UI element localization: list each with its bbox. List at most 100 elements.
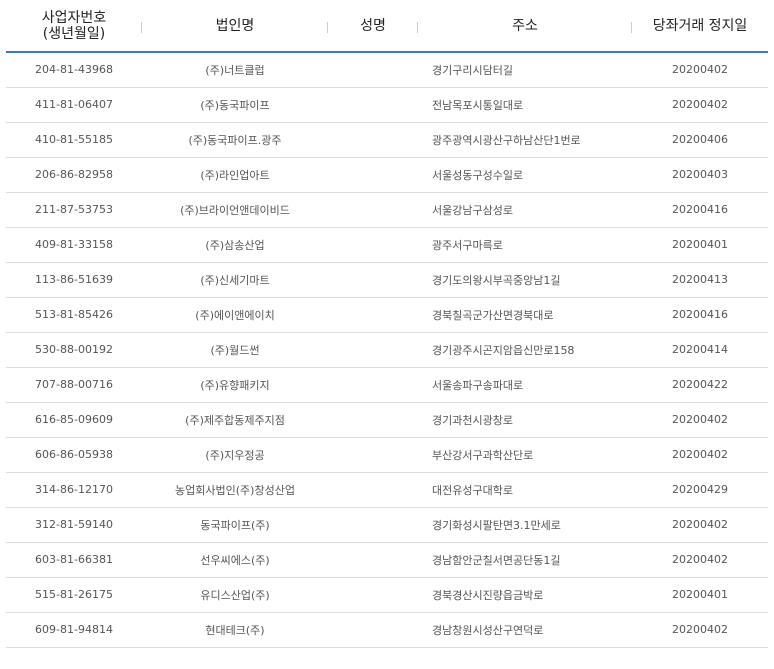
cell-corp-name: (주)에이앤에이치 [195, 308, 275, 322]
cell-address: 경기과천시광창로 [432, 413, 513, 427]
header-suspend-date: 당좌거래 정지일 [632, 0, 768, 53]
table-row: 211-87-53753 (주)브라이언앤데이비드 서울강남구삼성로 20200416 [6, 192, 768, 227]
cell-corp-name: (주)제주합동제주지점 [185, 413, 285, 427]
cell-suspend-date: 20200413 [672, 273, 728, 286]
cell-address: 경기구리시담터길 [432, 63, 513, 77]
cell-address: 대전유성구대학로 [432, 483, 513, 497]
cell-suspend-date: 20200429 [672, 483, 728, 496]
table-row: 409-81-33158 (주)삼송산업 광주서구마륵로 20200401 [6, 227, 768, 262]
cell-address: 서울강남구삼성로 [432, 203, 513, 217]
cell-corp-name: (주)신세기마트 [200, 273, 270, 287]
cell-suspend-date: 20200414 [672, 343, 728, 356]
cell-biz-no: 211-87-53753 [35, 203, 113, 216]
cell-person-name [328, 542, 418, 577]
cell-suspend-date: 20200402 [672, 623, 728, 636]
header-corp-name: 법인명 [142, 0, 328, 53]
table-row: 530-88-00192 (주)월드썬 경기광주시곤지암읍신만로158 2020041… [6, 332, 768, 367]
cell-corp-name: (주)동국파이프.광주 [188, 133, 282, 147]
cell-person-name [328, 612, 418, 647]
header-biz-no-label: 사업자번호 [41, 9, 107, 26]
table-row: 616-85-09609 (주)제주합동제주지점 경기과천시광창로 20200402 [6, 402, 768, 437]
cell-address: 경북경산시진량읍금박로 [432, 588, 544, 602]
cell-address: 광주서구마륵로 [432, 238, 503, 252]
cell-suspend-date: 20200401 [672, 238, 728, 251]
cell-biz-no: 411-81-06407 [35, 98, 113, 111]
cell-biz-no: 113-86-51639 [35, 273, 113, 286]
cell-suspend-date: 20200402 [672, 63, 728, 77]
cell-person-name [328, 332, 418, 367]
table-row: 707-88-00716 (주)유향패키지 서울송파구송파대로 20200422 [6, 367, 768, 402]
cell-biz-no: 312-81-59140 [35, 518, 113, 531]
cell-suspend-date: 20200416 [672, 308, 728, 321]
table-row: 606-86-05938 (주)지우정공 부산강서구과학산단로 20200402 [6, 437, 768, 472]
cell-corp-name: 농업회사법인(주)창성산업 [175, 483, 295, 497]
cell-person-name [328, 262, 418, 297]
cell-biz-no: 707-88-00716 [35, 378, 113, 391]
cell-biz-no: 609-81-94814 [35, 623, 113, 636]
table-body: 204-81-43968 (주)너트클럽 경기구리시담터길 20200402 411-8… [6, 52, 768, 647]
cell-corp-name: (주)너트클럽 [205, 63, 265, 77]
cell-suspend-date: 20200402 [672, 518, 728, 531]
cell-suspend-date: 20200422 [672, 378, 728, 391]
table-row: 603-81-66381 선우씨에스(주) 경남함안군칠서면공단동1길 2020040… [6, 542, 768, 577]
cell-biz-no: 616-85-09609 [35, 413, 113, 426]
cell-address: 경기화성시팔탄면3.1만세로 [432, 518, 561, 532]
cell-address: 경남창원시성산구연덕로 [432, 623, 544, 637]
cell-corp-name: 현대테크(주) [205, 623, 265, 637]
cell-suspend-date: 20200402 [672, 98, 728, 111]
cell-corp-name: (주)유향패키지 [200, 378, 270, 392]
cell-address: 부산강서구과학산단로 [432, 448, 534, 462]
table-row: 314-86-12170 농업회사법인(주)창성산업 대전유성구대학로 2020042… [6, 472, 768, 507]
header-suspend-date-label: 당좌거래 정지일 [652, 17, 748, 34]
table-row: 513-81-85426 (주)에이앤에이치 경북칠곡군가산면경북대로 2020041… [6, 297, 768, 332]
cell-corp-name: (주)동국파이프 [200, 98, 270, 112]
cell-address: 서울송파구송파대로 [432, 378, 524, 392]
table-row: 410-81-55185 (주)동국파이프.광주 광주광역시광산구하남산단1번로 20… [6, 122, 768, 157]
cell-biz-no: 204-81-43968 [35, 63, 113, 77]
cell-suspend-date: 20200402 [672, 448, 728, 461]
cell-corp-name: (주)월드썬 [210, 343, 260, 357]
cell-person-name [328, 437, 418, 472]
table-row: 411-81-06407 (주)동국파이프 전남목포시통일대로 20200402 [6, 87, 768, 122]
cell-biz-no: 409-81-33158 [35, 238, 113, 251]
table-row: 204-81-43968 (주)너트클럽 경기구리시담터길 20200402 [6, 52, 768, 87]
cell-corp-name: (주)지우정공 [205, 448, 265, 462]
cell-biz-no: 515-81-26175 [35, 588, 113, 601]
cell-address: 경남함안군칠서면공단동1길 [432, 553, 561, 567]
cell-person-name [328, 87, 418, 122]
cell-person-name [328, 227, 418, 262]
cell-biz-no: 603-81-66381 [35, 553, 113, 566]
cell-address: 광주광역시광산구하남산단1번로 [432, 133, 581, 147]
cell-person-name [328, 577, 418, 612]
cell-person-name [328, 157, 418, 192]
cell-corp-name: (주)라인업아트 [200, 168, 270, 182]
cell-address: 경기광주시곤지암읍신만로158 [432, 343, 575, 357]
cell-corp-name: 선우씨에스(주) [200, 553, 270, 567]
cell-address: 전남목포시통일대로 [432, 98, 524, 112]
cell-suspend-date: 20200401 [672, 588, 728, 601]
cell-biz-no: 314-86-12170 [35, 483, 113, 496]
header-person-name: 성명 [328, 0, 418, 53]
cell-biz-no: 513-81-85426 [35, 308, 113, 321]
table-row: 312-81-59140 동국파이프(주) 경기화성시팔탄면3.1만세로 202004… [6, 507, 768, 542]
header-row: 사업자번호 (생년월일) 법인명 성명 주소 당좌거래 정지일 [6, 0, 768, 53]
table-row: 609-81-94814 현대테크(주) 경남창원시성산구연덕로 20200402 [6, 612, 768, 647]
header-corp-name-label: 법인명 [215, 17, 255, 34]
table-row: 113-86-51639 (주)신세기마트 경기도의왕시부곡중앙남1길 2020041… [6, 262, 768, 297]
cell-address: 경북칠곡군가산면경북대로 [432, 308, 554, 322]
header-birthdate-label: (생년월일) [42, 25, 106, 42]
cell-person-name [328, 192, 418, 227]
header-address-label: 주소 [512, 17, 538, 34]
suspended-accounts-list: 사업자번호 (생년월일) 법인명 성명 주소 당좌거래 정지일 204-81-4… [0, 0, 774, 669]
cell-person-name [328, 122, 418, 157]
cell-biz-no: 606-86-05938 [35, 448, 113, 461]
cell-suspend-date: 20200402 [672, 413, 728, 426]
cell-person-name [328, 367, 418, 402]
cell-address: 경기도의왕시부곡중앙남1길 [432, 273, 561, 287]
cell-suspend-date: 20200403 [672, 168, 728, 181]
cell-person-name [328, 402, 418, 437]
table-row: 206-86-82958 (주)라인업아트 서울성동구성수일로 20200403 [6, 157, 768, 192]
header-biz-no: 사업자번호 (생년월일) [6, 0, 142, 53]
cell-corp-name: (주)브라이언앤데이비드 [180, 203, 290, 217]
table-row: 515-81-26175 유디스산업(주) 경북경산시진량읍금박로 20200401 [6, 577, 768, 612]
